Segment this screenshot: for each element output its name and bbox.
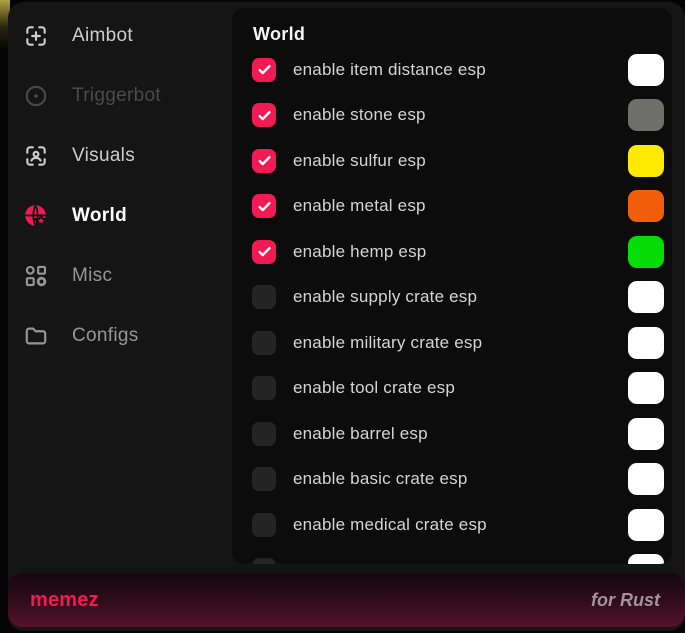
color-swatch[interactable] <box>628 463 664 495</box>
color-swatch[interactable] <box>628 327 664 359</box>
sidebar-item-label: Visuals <box>72 145 135 167</box>
checkbox[interactable] <box>252 331 276 355</box>
setting-label: enable metal esp <box>293 196 426 216</box>
setting-label: enable basic crate esp <box>293 469 468 489</box>
setting-row: enable metal esp <box>252 194 664 219</box>
footer-bar: memez for Rust <box>8 573 685 627</box>
color-swatch[interactable] <box>628 509 664 541</box>
sidebar-item-label: World <box>72 205 127 227</box>
checkbox[interactable] <box>252 240 276 264</box>
setting-row: enable stone esp <box>252 103 664 128</box>
app-window: Aimbot Triggerbot Visuals World Misc Con… <box>8 2 685 631</box>
sidebar-item-configs[interactable]: Configs <box>8 306 232 366</box>
setting-row: enable barrel esp <box>252 421 664 446</box>
checkbox[interactable] <box>252 149 276 173</box>
setting-row: enable military crate esp <box>252 330 664 355</box>
crosshair-plus-icon <box>23 23 49 49</box>
color-swatch[interactable] <box>628 281 664 313</box>
color-swatch[interactable] <box>628 372 664 404</box>
checkbox[interactable] <box>252 285 276 309</box>
setting-label: enable item distance esp <box>293 60 486 80</box>
shapes-grid-icon <box>23 263 49 289</box>
setting-label: enable hemp esp <box>293 242 426 262</box>
color-swatch[interactable] <box>628 418 664 450</box>
checkbox[interactable] <box>252 422 276 446</box>
color-swatch[interactable] <box>628 145 664 177</box>
setting-row: enable item distance esp <box>252 57 664 82</box>
sidebar-item-misc[interactable]: Misc <box>8 246 232 306</box>
sidebar-item-triggerbot[interactable]: Triggerbot <box>8 66 232 126</box>
setting-label: enable medical crate esp <box>293 515 487 535</box>
setting-row: enable supply crate esp <box>252 285 664 310</box>
sidebar-item-world[interactable]: World <box>8 186 232 246</box>
checkbox[interactable] <box>252 467 276 491</box>
setting-row: enable hemp esp <box>252 239 664 264</box>
sidebar: Aimbot Triggerbot Visuals World Misc Con… <box>8 2 232 366</box>
setting-row: enable sulfur esp <box>252 148 664 173</box>
globe-star-icon <box>23 203 49 229</box>
setting-row: enable basic crate esp <box>252 467 664 492</box>
color-swatch[interactable] <box>628 236 664 268</box>
setting-row: enable tool crate esp <box>252 376 664 401</box>
sidebar-item-label: Configs <box>72 325 139 347</box>
sidebar-item-aimbot[interactable]: Aimbot <box>8 6 232 66</box>
color-swatch[interactable] <box>628 99 664 131</box>
settings-list[interactable]: enable item distance esp enable stone es… <box>232 57 672 564</box>
panel-title: World <box>253 24 672 45</box>
color-swatch[interactable] <box>628 554 664 564</box>
checkbox[interactable] <box>252 376 276 400</box>
sidebar-item-label: Misc <box>72 265 112 287</box>
setting-label: enable supply crate esp <box>293 287 477 307</box>
checkbox[interactable] <box>252 194 276 218</box>
folder-icon <box>23 323 49 349</box>
setting-label: enable barrel esp <box>293 424 428 444</box>
setting-label: enable sulfur esp <box>293 151 426 171</box>
checkbox[interactable] <box>252 513 276 537</box>
brand-name: memez <box>30 589 99 612</box>
setting-label: enable military crate esp <box>293 333 482 353</box>
brand-tagline: for Rust <box>591 590 660 611</box>
setting-row-partial <box>252 558 664 565</box>
setting-label: enable tool crate esp <box>293 378 455 398</box>
circle-dot-icon <box>23 83 49 109</box>
checkbox[interactable] <box>252 58 276 82</box>
checkbox[interactable] <box>252 103 276 127</box>
setting-label: enable stone esp <box>293 105 426 125</box>
sidebar-item-label: Triggerbot <box>72 85 161 107</box>
checkbox[interactable] <box>252 558 276 564</box>
world-panel: World enable item distance esp enable st… <box>232 8 672 564</box>
setting-row: enable medical crate esp <box>252 512 664 537</box>
color-swatch[interactable] <box>628 54 664 86</box>
color-swatch[interactable] <box>628 190 664 222</box>
sidebar-item-visuals[interactable]: Visuals <box>8 126 232 186</box>
sidebar-item-label: Aimbot <box>72 25 133 47</box>
person-scan-icon <box>23 143 49 169</box>
